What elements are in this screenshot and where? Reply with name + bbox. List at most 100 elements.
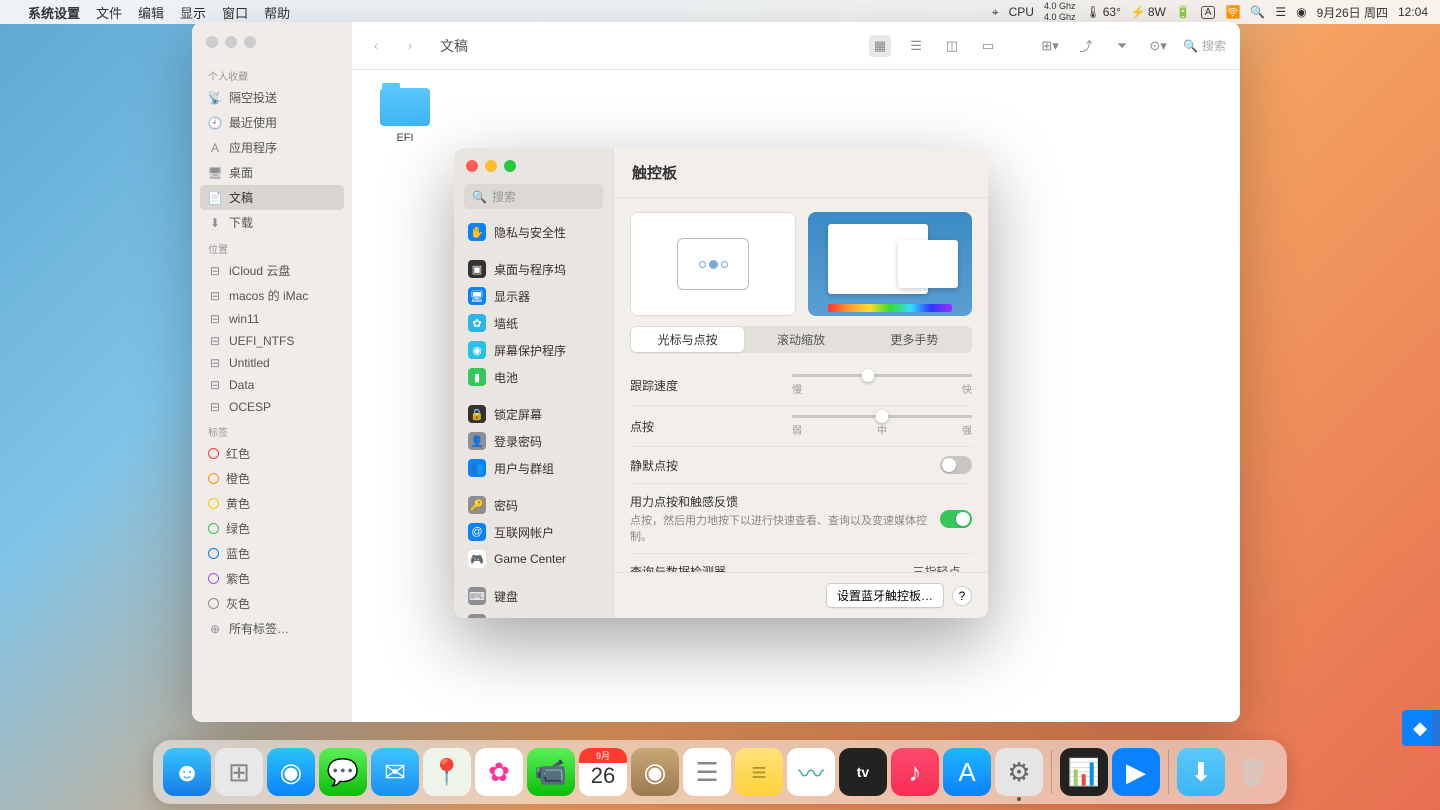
app-menu-name[interactable]: 系统设置 [28, 3, 80, 22]
force-click-switch[interactable] [940, 510, 972, 528]
siri-icon[interactable]: ◉ [1296, 5, 1306, 19]
input-source[interactable]: A [1201, 6, 1216, 19]
sidebar-tag-蓝色[interactable]: 蓝色 [200, 541, 344, 566]
minimize-icon[interactable] [485, 160, 497, 172]
sidebar-tag-黄色[interactable]: 黄色 [200, 491, 344, 516]
settings-nav-屏幕保护程序[interactable]: ◉屏幕保护程序 [462, 337, 605, 363]
sidebar-location-OCESP[interactable]: ⊟OCESP [200, 396, 344, 418]
settings-nav-锁定屏幕[interactable]: 🔒锁定屏幕 [462, 401, 605, 427]
sidebar-item-应用程序[interactable]: A应用程序 [200, 135, 344, 160]
battery-icon[interactable]: 🔋 [1176, 5, 1191, 19]
floating-widget-grip[interactable] [1432, 710, 1440, 746]
close-icon[interactable] [466, 160, 478, 172]
settings-traffic-lights[interactable] [454, 148, 613, 180]
bluetooth-trackpad-button[interactable]: 设置蓝牙触控板… [826, 583, 944, 608]
menu-file[interactable]: 文件 [96, 3, 122, 22]
dock-trash[interactable]: 🗑 [1229, 748, 1277, 796]
dock-launchpad[interactable]: ⊞ [215, 748, 263, 796]
dock-stats[interactable]: 📊 [1060, 748, 1108, 796]
menubar-date[interactable]: 9月26日 周四 [1317, 4, 1388, 21]
dock-photos[interactable]: ✿ [475, 748, 523, 796]
sidebar-location-macos 的 iMac[interactable]: ⊟macos 的 iMac [200, 283, 344, 308]
sidebar-location-Data[interactable]: ⊟Data [200, 374, 344, 396]
zoom-icon[interactable] [504, 160, 516, 172]
list-view-button[interactable]: ☰ [905, 35, 927, 57]
dock-appstore[interactable]: A [943, 748, 991, 796]
silent-click-switch[interactable] [940, 456, 972, 474]
settings-nav-互联网帐户[interactable]: @互联网帐户 [462, 519, 605, 545]
settings-nav-键盘[interactable]: ⌨键盘 [462, 583, 605, 609]
column-view-button[interactable]: ◫ [941, 35, 963, 57]
menu-window[interactable]: 窗口 [222, 3, 248, 22]
cursor-icon[interactable]: ⌖ [992, 5, 999, 20]
control-center-icon[interactable]: ☰ [1275, 5, 1286, 19]
settings-tabs[interactable]: 光标与点按 滚动缩放 更多手势 [630, 326, 972, 353]
settings-nav-桌面与程序坞[interactable]: ▣桌面与程序坞 [462, 256, 605, 282]
wifi-icon[interactable]: 🛜 [1225, 5, 1240, 19]
sidebar-tag-灰色[interactable]: 灰色 [200, 591, 344, 616]
settings-nav-Game Center[interactable]: 🎮Game Center [462, 546, 605, 572]
icon-view-button[interactable]: ▦ [869, 35, 891, 57]
all-tags[interactable]: ⊕所有标签… [200, 616, 344, 641]
settings-nav-鼠标[interactable]: 🖱鼠标 [462, 610, 605, 618]
sidebar-tag-橙色[interactable]: 橙色 [200, 466, 344, 491]
tab-scroll-zoom[interactable]: 滚动缩放 [744, 327, 857, 352]
sidebar-location-UEFI_NTFS[interactable]: ⊟UEFI_NTFS [200, 330, 344, 352]
menu-view[interactable]: 显示 [180, 3, 206, 22]
settings-nav-显示器[interactable]: 🖥显示器 [462, 283, 605, 309]
settings-nav-登录密码[interactable]: 👤登录密码 [462, 428, 605, 454]
menu-edit[interactable]: 编辑 [138, 3, 164, 22]
dock-reminders[interactable]: ☰ [683, 748, 731, 796]
minimize-icon[interactable] [225, 36, 237, 48]
settings-nav-墙纸[interactable]: ✿墙纸 [462, 310, 605, 336]
dock-mail[interactable]: ✉ [371, 748, 419, 796]
sidebar-item-下载[interactable]: ⬇下载 [200, 210, 344, 235]
share-button[interactable]: ⤴ [1075, 35, 1097, 57]
sidebar-item-文稿[interactable]: 📄文稿 [200, 185, 344, 210]
dock-messages[interactable]: 💬 [319, 748, 367, 796]
dock-facetime[interactable]: 📹 [527, 748, 575, 796]
dock-playcover[interactable]: ▶ [1112, 748, 1160, 796]
menubar-time[interactable]: 12:04 [1398, 5, 1428, 19]
sidebar-item-桌面[interactable]: 🖥桌面 [200, 160, 344, 185]
click-slider[interactable] [792, 415, 972, 418]
sidebar-location-win11[interactable]: ⊟win11 [200, 308, 344, 330]
gallery-view-button[interactable]: ▭ [977, 35, 999, 57]
sidebar-item-隔空投送[interactable]: 📡隔空投送 [200, 85, 344, 110]
settings-search[interactable]: 🔍 搜索 [464, 184, 603, 209]
settings-nav-密码[interactable]: 🔑密码 [462, 492, 605, 518]
lookup-dropdown[interactable]: 三指轻点⌄ [912, 563, 972, 572]
action-button[interactable]: ⊙▾ [1147, 35, 1169, 57]
finder-traffic-lights[interactable] [200, 30, 344, 62]
close-icon[interactable] [206, 36, 218, 48]
settings-nav-电池[interactable]: ▮电池 [462, 364, 605, 390]
sidebar-item-最近使用[interactable]: 🕘最近使用 [200, 110, 344, 135]
spotlight-icon[interactable]: 🔍 [1250, 5, 1265, 19]
dock-notes[interactable]: ≡ [735, 748, 783, 796]
dock-tv[interactable]: tv [839, 748, 887, 796]
sidebar-tag-紫色[interactable]: 紫色 [200, 566, 344, 591]
dock-finder[interactable]: ☻ [163, 748, 211, 796]
tag-button[interactable]: ⏷ [1111, 35, 1133, 57]
sidebar-tag-绿色[interactable]: 绿色 [200, 516, 344, 541]
group-button[interactable]: ⊞▾ [1039, 35, 1061, 57]
menu-help[interactable]: 帮助 [264, 3, 290, 22]
dock-calendar[interactable]: 9月26 [579, 748, 627, 796]
dock-downloads[interactable]: ⬇ [1177, 748, 1225, 796]
dock-safari[interactable]: ◉ [267, 748, 315, 796]
sidebar-location-iCloud 云盘[interactable]: ⊟iCloud 云盘 [200, 258, 344, 283]
forward-button[interactable]: › [400, 38, 420, 53]
settings-nav-用户与群组[interactable]: 👥用户与群组 [462, 455, 605, 481]
sidebar-tag-红色[interactable]: 红色 [200, 441, 344, 466]
help-button[interactable]: ? [952, 586, 972, 606]
settings-nav-隐私与安全性[interactable]: ✋隐私与安全性 [462, 219, 605, 245]
tracking-speed-slider[interactable] [792, 374, 972, 377]
dock-music[interactable]: ♪ [891, 748, 939, 796]
dock-maps[interactable]: 📍 [423, 748, 471, 796]
finder-search[interactable]: 🔍 搜索 [1183, 37, 1226, 54]
dock-contacts[interactable]: ◉ [631, 748, 679, 796]
tab-more-gestures[interactable]: 更多手势 [858, 327, 971, 352]
back-button[interactable]: ‹ [366, 38, 386, 53]
dock-freeform[interactable]: 〰 [787, 748, 835, 796]
zoom-icon[interactable] [244, 36, 256, 48]
